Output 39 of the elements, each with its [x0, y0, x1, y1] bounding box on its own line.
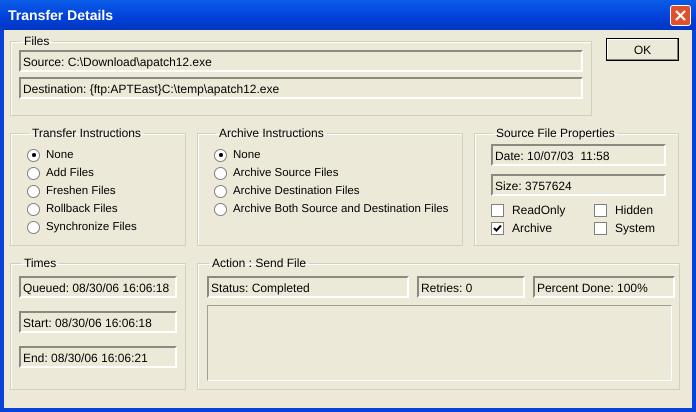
- radio-label: Synchronize Files: [46, 221, 137, 233]
- radio-label: None: [233, 149, 260, 161]
- percent-field: Percent Done: 100%: [533, 276, 675, 298]
- radio-label: Archive Both Source and Destination Files: [233, 203, 448, 215]
- close-icon: [674, 8, 687, 22]
- group-label: Archive Instructions: [218, 126, 325, 140]
- group-label: Source File Properties: [495, 126, 616, 140]
- radio-label: Add Files: [46, 167, 94, 179]
- checkbox-label: Archive: [512, 221, 552, 235]
- checkbox-label: ReadOnly: [512, 203, 566, 217]
- radio-button[interactable]: [214, 202, 227, 216]
- group-label: Files: [23, 34, 50, 48]
- group-label: Action : Send File: [211, 256, 308, 270]
- radio-button[interactable]: [27, 166, 40, 180]
- retries-field: Retries: 0: [417, 276, 525, 298]
- checkbox[interactable]: [491, 222, 504, 234]
- checkbox-label: Hidden: [615, 203, 654, 217]
- radio-button[interactable]: [27, 184, 40, 198]
- radio-label: Archive Source Files: [233, 167, 338, 179]
- radio-label: None: [46, 149, 74, 161]
- radio-label: Archive Destination Files: [233, 185, 360, 197]
- radio-button[interactable]: [214, 184, 227, 198]
- close-button[interactable]: [670, 4, 691, 26]
- group-label: Transfer Instructions: [31, 126, 142, 140]
- checkbox[interactable]: [491, 204, 504, 216]
- group-label: Times: [23, 256, 58, 270]
- radio-button[interactable]: [27, 220, 40, 234]
- ok-button[interactable]: OK: [606, 38, 679, 61]
- window-title: Transfer Details: [8, 7, 114, 23]
- radio-button[interactable]: [27, 148, 40, 162]
- radio-button[interactable]: [214, 148, 227, 162]
- checkbox-label: System: [615, 221, 656, 235]
- checkbox[interactable]: [594, 222, 607, 234]
- status-field: Status: Completed: [207, 276, 409, 298]
- checkbox[interactable]: [594, 204, 607, 216]
- radio-button[interactable]: [214, 166, 227, 180]
- radio-label: Freshen Files: [46, 185, 116, 197]
- radio-button[interactable]: [27, 202, 40, 216]
- radio-label: Rollback Files: [46, 203, 118, 215]
